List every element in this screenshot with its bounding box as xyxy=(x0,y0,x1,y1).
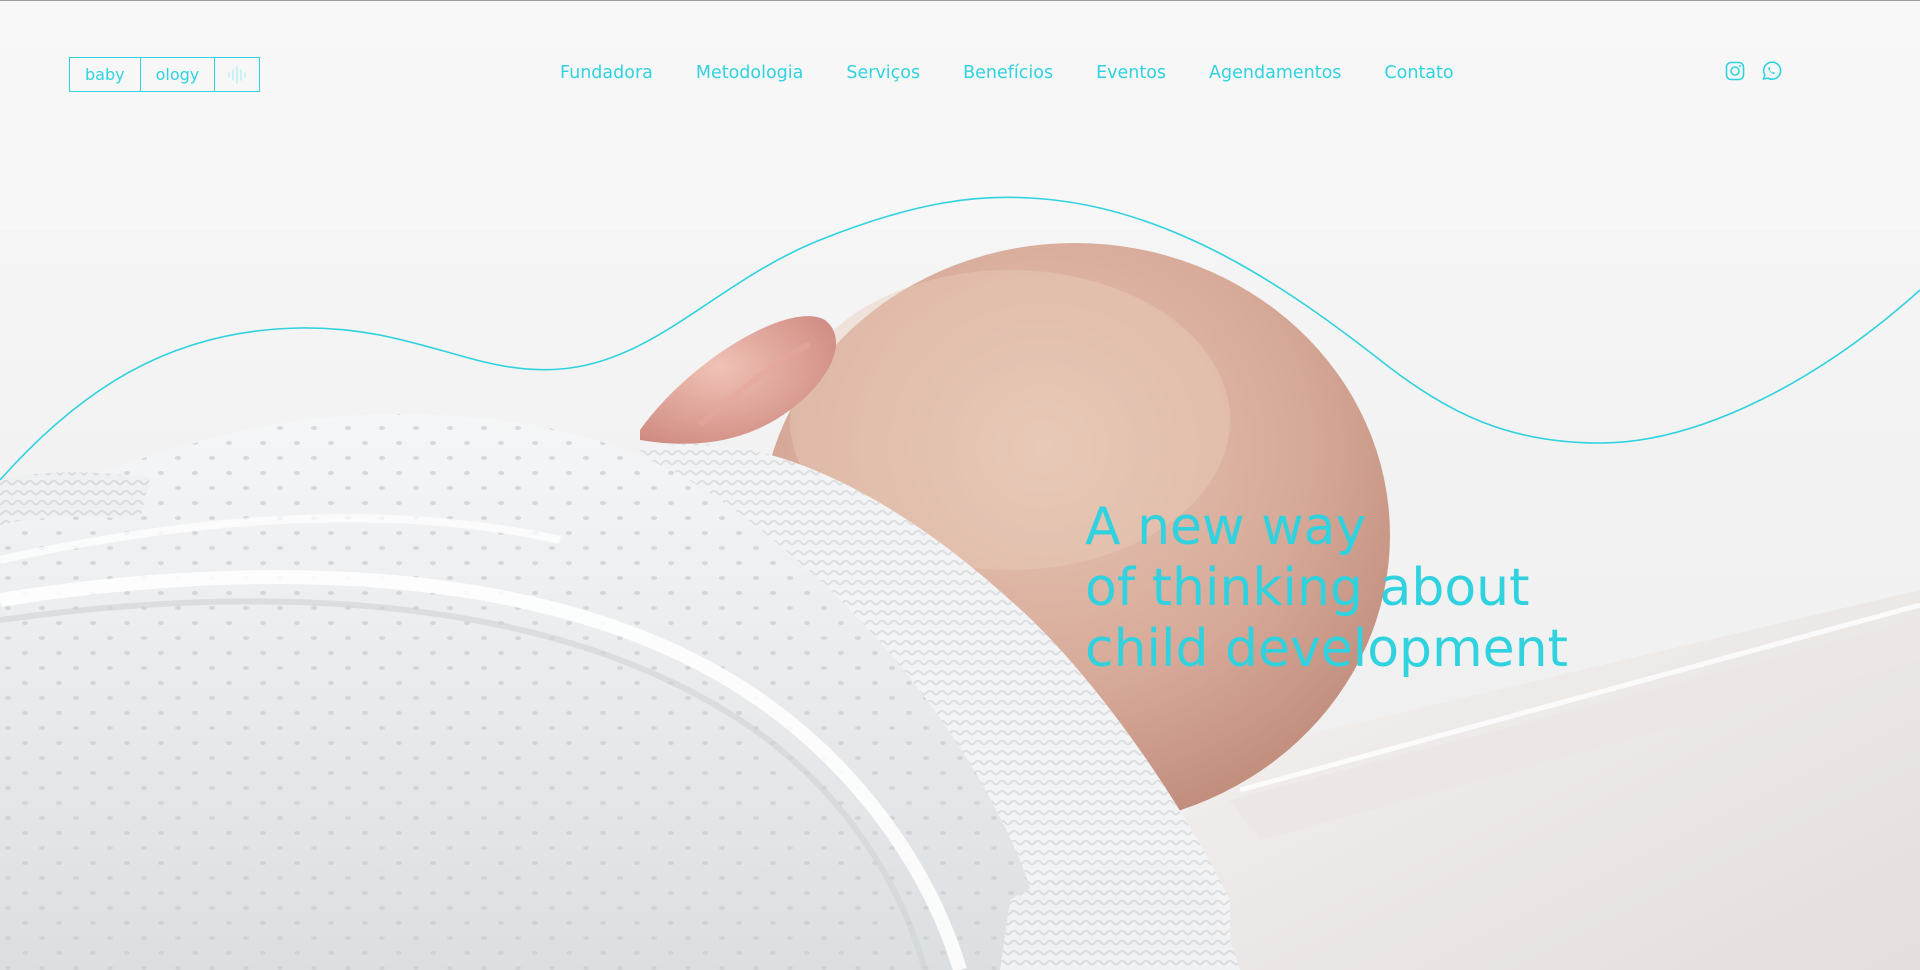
nav-item-servicos[interactable]: Serviços xyxy=(846,60,920,86)
whatsapp-icon[interactable] xyxy=(1759,59,1783,83)
babyology-logo[interactable]: baby ology xyxy=(69,57,261,92)
logo-part-ology: ology xyxy=(139,58,215,91)
social-links xyxy=(1723,59,1783,83)
instagram-icon[interactable] xyxy=(1723,59,1747,83)
logo-part-baby: baby xyxy=(85,65,125,84)
page: baby ology Fundadora Metodologia Serviço… xyxy=(0,0,1920,970)
soundwave-icon xyxy=(214,58,259,91)
nav-item-contato[interactable]: Contato xyxy=(1384,60,1453,86)
nav-item-beneficios[interactable]: Benefícios xyxy=(963,60,1053,86)
main-nav: Fundadora Metodologia Serviços Benefício… xyxy=(560,60,1454,86)
hero-background-photo xyxy=(0,0,1920,970)
hero-headline-line-3: child development xyxy=(1085,619,1569,679)
nav-item-fundadora[interactable]: Fundadora xyxy=(560,60,653,86)
top-border xyxy=(0,0,1920,1)
hero-headline-line-2: of thinking about xyxy=(1085,558,1530,618)
nav-item-eventos[interactable]: Eventos xyxy=(1096,60,1166,86)
nav-item-agendamentos[interactable]: Agendamentos xyxy=(1209,60,1341,86)
nav-item-metodologia[interactable]: Metodologia xyxy=(696,60,804,86)
hero-headline: A new way of thinking about child develo… xyxy=(1085,497,1568,680)
hero-headline-line-1: A new way xyxy=(1085,497,1367,557)
